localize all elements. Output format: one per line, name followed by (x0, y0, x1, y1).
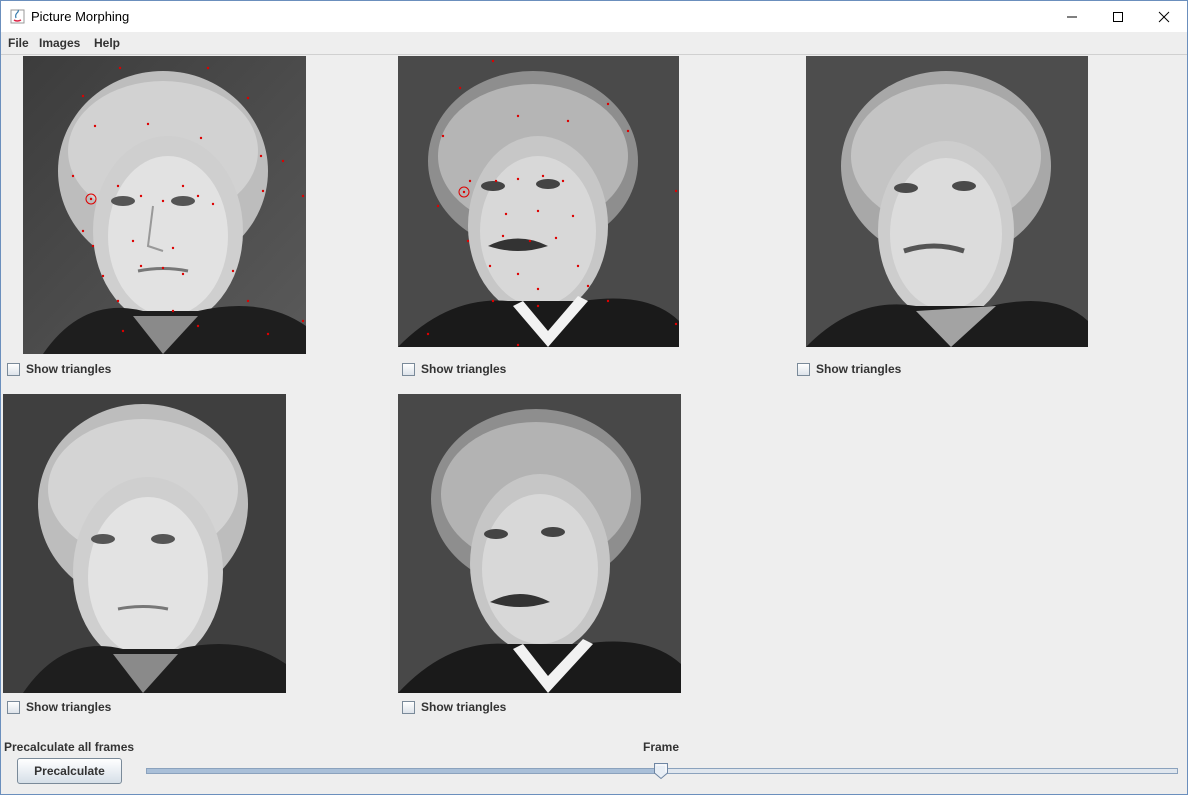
checkbox-box[interactable] (402, 700, 415, 714)
checkbox-label: Show triangles (26, 362, 112, 376)
close-icon (1158, 11, 1170, 22)
source-preview-panel (3, 394, 286, 693)
source-image-panel[interactable] (23, 56, 306, 354)
slider-thumb-icon (654, 763, 668, 780)
checkbox-label: Show triangles (816, 362, 902, 376)
application-window: Picture Morphing File Images Help Show t… (0, 0, 1188, 795)
checkbox-box[interactable] (797, 362, 810, 376)
show-triangles-checkbox-3[interactable]: Show triangles (797, 362, 901, 376)
show-triangles-checkbox-1[interactable]: Show triangles (7, 362, 111, 376)
maximize-button[interactable] (1095, 1, 1141, 32)
target-preview-panel (398, 394, 681, 693)
show-triangles-checkbox-5[interactable]: Show triangles (402, 700, 506, 714)
control-points-overlay[interactable] (23, 56, 306, 354)
checkbox-box[interactable] (7, 700, 20, 714)
window-title: Picture Morphing (31, 9, 130, 24)
minimize-button[interactable] (1049, 1, 1095, 32)
checkbox-label: Show triangles (421, 362, 507, 376)
maximize-icon (1113, 11, 1123, 22)
checkbox-box[interactable] (7, 362, 20, 376)
frame-slider-fill (147, 769, 662, 773)
menu-bar: File Images Help (1, 32, 1187, 55)
target-image-panel[interactable] (398, 56, 679, 347)
title-bar[interactable]: Picture Morphing (1, 1, 1187, 32)
minimize-icon (1067, 16, 1077, 17)
control-points-overlay[interactable] (398, 56, 679, 347)
close-button[interactable] (1141, 1, 1187, 32)
frame-label: Frame (643, 740, 680, 754)
checkbox-box[interactable] (402, 362, 415, 376)
precalculate-label: Precalculate all frames (4, 740, 135, 754)
menu-file[interactable]: File (8, 36, 29, 50)
morphed-image-panel (806, 56, 1088, 347)
show-triangles-checkbox-2[interactable]: Show triangles (402, 362, 506, 376)
checkbox-label: Show triangles (26, 700, 112, 714)
precalculate-button[interactable]: Precalculate (17, 758, 122, 784)
show-triangles-checkbox-4[interactable]: Show triangles (7, 700, 111, 714)
menu-images[interactable]: Images (39, 36, 80, 50)
frame-slider-thumb[interactable] (653, 762, 669, 780)
menu-help[interactable]: Help (94, 36, 120, 50)
checkbox-label: Show triangles (421, 700, 507, 714)
java-app-icon (10, 9, 25, 24)
